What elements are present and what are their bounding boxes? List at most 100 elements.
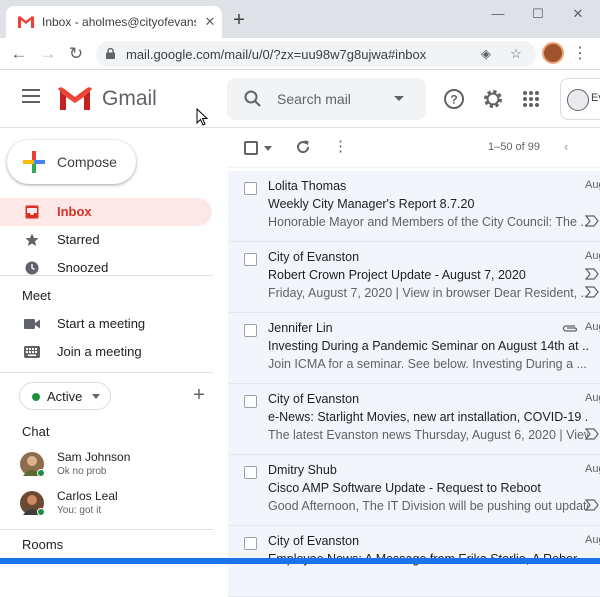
email-row[interactable]: City of Evanston e-News: Starlight Movie… (228, 384, 600, 455)
tab-close-icon[interactable]: ✕ (202, 14, 218, 30)
email-checkbox[interactable] (244, 253, 257, 266)
email-row[interactable]: Dmitry Shub Cisco AMP Software Update - … (228, 455, 600, 526)
sidebar-item-starred[interactable]: Starred (0, 226, 212, 254)
reload-icon[interactable]: ↻ (64, 42, 88, 66)
rooms-heading: Rooms (22, 537, 64, 552)
mail-list-pane: ⋮ 1–50 of 99 ‹ Lolita Thomas Weekly City… (228, 128, 600, 597)
chat-contact[interactable]: Carlos Leal You: got it (0, 487, 212, 525)
select-dropdown-chevron-icon[interactable] (264, 146, 272, 151)
contact-last-message: You: got it (57, 505, 102, 516)
email-subject: Weekly City Manager's Report 8.7.20 (268, 197, 475, 211)
important-marker-icon[interactable] (585, 428, 599, 440)
email-snippet: Good Afternoon, The IT Division will be … (268, 499, 588, 513)
address-bar[interactable]: mail.google.com/mail/u/0/?zx=uu98w7g8ujw… (96, 41, 536, 67)
chat-contact[interactable]: Sam Johnson Ok no prob (0, 448, 212, 486)
email-subject: Cisco AMP Software Update - Request to R… (268, 481, 541, 495)
apps-grid-icon[interactable] (520, 88, 542, 110)
search-input[interactable] (277, 89, 387, 109)
status-label: Active (47, 389, 83, 404)
mouse-cursor-icon (196, 108, 208, 126)
gmail-logo-text: Gmail (102, 87, 157, 110)
tab-title: Inbox - aholmes@cityofevanston (42, 15, 196, 29)
email-row[interactable]: City of Evanston Robert Crown Project Up… (228, 242, 600, 313)
sidebar: Compose Inbox Starred Snoozed Meet Start… (0, 128, 228, 564)
search-icon[interactable] (243, 89, 263, 109)
status-dropdown[interactable]: Active (19, 382, 111, 410)
window-close-icon[interactable]: ✕ (568, 4, 588, 24)
browser-menu-icon[interactable]: ⋮ (572, 42, 588, 66)
back-icon[interactable]: ← (7, 42, 31, 66)
join-meeting-label: Join a meeting (57, 344, 142, 359)
email-checkbox[interactable] (244, 324, 257, 337)
account-button[interactable]: Ev (560, 78, 600, 120)
sidebar-item-snoozed[interactable]: Snoozed (0, 254, 212, 282)
sidebar-item-label: Inbox (57, 204, 92, 219)
email-subject: e-News: Starlight Movies, new art instal… (268, 410, 588, 424)
chat-heading: Chat (22, 424, 50, 439)
divider (0, 372, 213, 373)
online-status-dot (37, 469, 45, 477)
inbox-icon (25, 205, 39, 219)
join-meeting-item[interactable]: Join a meeting (0, 338, 212, 366)
search-bar[interactable] (227, 78, 426, 120)
email-checkbox[interactable] (244, 395, 257, 408)
email-checkbox[interactable] (244, 466, 257, 479)
pagination-text: 1–50 of 99 (488, 141, 540, 153)
active-status-dot (32, 393, 40, 401)
extension-icon[interactable]: ◈ (478, 46, 494, 62)
divider (0, 529, 213, 530)
taskbar-strip (0, 558, 600, 564)
search-options-icon[interactable] (391, 90, 407, 106)
clock-icon (25, 261, 39, 275)
previous-page-chevron-icon[interactable]: ‹ (564, 140, 576, 154)
email-snippet: Friday, August 7, 2020 | View in browser… (268, 286, 588, 300)
important-marker-icon[interactable] (585, 215, 599, 227)
browser-tab[interactable]: Inbox - aholmes@cityofevanston ✕ (6, 6, 222, 38)
more-options-icon[interactable]: ⋮ (333, 136, 348, 158)
gmail-header: Gmail ? Ev (0, 70, 600, 128)
email-sender: City of Evanston (268, 534, 360, 548)
chevron-down-icon (92, 394, 100, 399)
forward-icon[interactable]: → (36, 42, 60, 66)
keyboard-icon (24, 346, 40, 358)
email-checkbox[interactable] (244, 182, 257, 195)
main-menu-icon[interactable] (22, 89, 40, 103)
contact-name: Carlos Leal (57, 489, 118, 503)
sidebar-item-label: Snoozed (57, 260, 109, 275)
important-marker-icon[interactable] (585, 268, 599, 280)
email-sender: Lolita Thomas (268, 179, 347, 193)
important-marker-icon[interactable] (585, 286, 599, 298)
important-marker-icon[interactable] (585, 499, 599, 511)
maximize-icon[interactable]: ☐ (528, 4, 548, 24)
email-snippet: The latest Evanston news Thursday, Augus… (268, 428, 588, 442)
compose-label: Compose (57, 154, 117, 170)
start-meeting-item[interactable]: Start a meeting (0, 310, 212, 338)
bookmark-star-icon[interactable]: ☆ (508, 46, 524, 62)
online-status-dot (37, 508, 45, 516)
video-camera-icon (24, 319, 40, 329)
email-date: Aug (585, 463, 600, 475)
email-snippet: Honorable Mayor and Members of the City … (268, 215, 588, 229)
svg-text:?: ? (450, 93, 457, 107)
sidebar-item-inbox[interactable]: Inbox (0, 198, 212, 226)
email-sender: City of Evanston (268, 392, 360, 406)
compose-button[interactable]: Compose (7, 140, 136, 184)
gmail-logo-icon[interactable] (58, 86, 92, 110)
refresh-icon[interactable] (294, 138, 312, 156)
email-date: Aug (585, 392, 600, 404)
settings-gear-icon[interactable] (482, 88, 504, 110)
email-checkbox[interactable] (244, 537, 257, 550)
help-icon[interactable]: ? (443, 88, 465, 110)
profile-avatar[interactable] (542, 42, 564, 64)
start-meeting-label: Start a meeting (57, 316, 146, 331)
mail-toolbar: ⋮ 1–50 of 99 ‹ (228, 128, 600, 168)
email-row[interactable]: Jennifer Lin Investing During a Pandemic… (228, 313, 600, 384)
compose-plus-icon (23, 151, 45, 173)
new-tab-icon[interactable]: + (229, 10, 249, 30)
email-row[interactable]: Lolita Thomas Weekly City Manager's Repo… (228, 171, 600, 242)
email-subject: Robert Crown Project Update - August 7, … (268, 268, 526, 282)
contact-last-message: Ok no prob (57, 466, 107, 477)
minimize-icon[interactable]: — (488, 4, 508, 24)
select-all-checkbox[interactable] (244, 141, 258, 155)
new-chat-plus-icon[interactable]: + (190, 385, 208, 405)
